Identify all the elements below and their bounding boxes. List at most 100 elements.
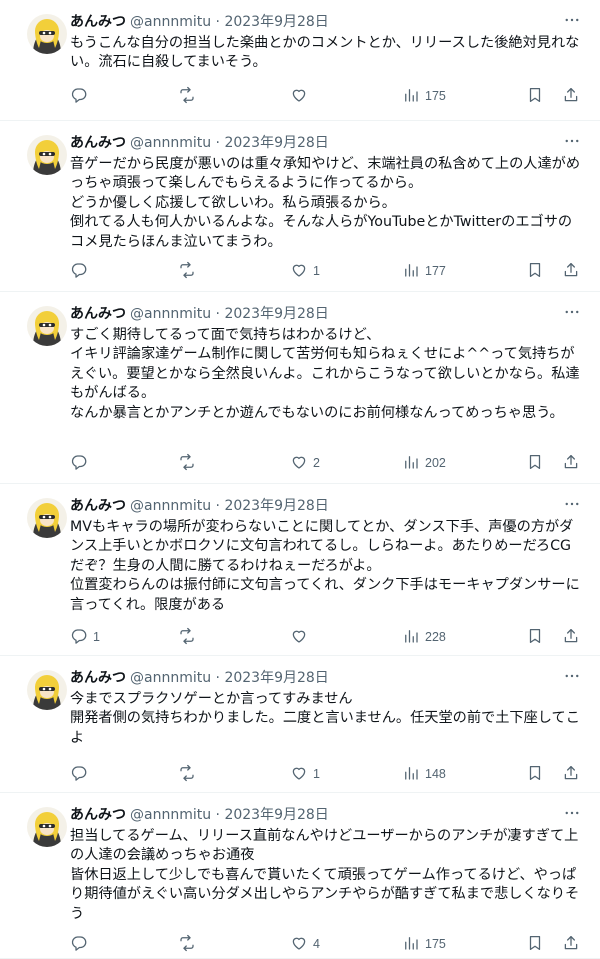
reply-icon [70, 261, 88, 282]
more-button[interactable] [560, 302, 584, 326]
retweet-button[interactable] [178, 261, 201, 281]
views-icon [402, 261, 420, 282]
display-name[interactable]: あんみつ [70, 670, 126, 686]
post-date[interactable]: 2023年9月28日 [224, 14, 328, 30]
share-button[interactable] [562, 934, 580, 954]
retweet-button[interactable] [178, 764, 201, 784]
display-name[interactable]: あんみつ [70, 807, 126, 823]
views-icon [402, 764, 420, 785]
reply-button[interactable] [70, 764, 93, 784]
more-button[interactable] [560, 666, 584, 690]
avatar[interactable] [27, 498, 67, 538]
bookmark-button[interactable] [526, 934, 544, 954]
share-button[interactable] [562, 453, 580, 473]
bookmark-button[interactable] [526, 764, 544, 784]
tweet-header: あんみつ @annnmitu · 2023年9月28日 [70, 12, 329, 32]
user-handle[interactable]: @annnmitu [130, 135, 211, 151]
display-name[interactable]: あんみつ [70, 135, 126, 151]
reply-icon [70, 764, 88, 785]
user-handle[interactable]: @annnmitu [130, 306, 211, 322]
share-button[interactable] [562, 764, 580, 784]
post-date[interactable]: 2023年9月28日 [224, 670, 328, 686]
display-name[interactable]: あんみつ [70, 306, 126, 322]
heart-icon [290, 627, 308, 648]
views-icon [402, 86, 420, 107]
separator: · [215, 306, 220, 322]
avatar[interactable] [27, 14, 67, 54]
bookmark-button[interactable] [526, 261, 544, 281]
like-button[interactable]: 1 [290, 261, 320, 281]
tweet[interactable]: あんみつ @annnmitu · 2023年9月28日音ゲーだから民度が悪いのは重… [0, 121, 600, 292]
like-button[interactable] [290, 86, 313, 106]
view-count: 175 [425, 89, 446, 103]
like-button[interactable]: 4 [290, 934, 320, 954]
tweet[interactable]: あんみつ @annnmitu · 2023年9月28日すごく期待してるって面で気持… [0, 292, 600, 484]
retweet-icon [178, 764, 196, 785]
share-icon [562, 453, 580, 474]
user-handle[interactable]: @annnmitu [130, 807, 211, 823]
tweet-text: 担当してるゲーム、リリース直前なんやけどユーザーからのアンチが凄すぎて上の人達の… [70, 828, 580, 922]
views-button[interactable]: 175 [402, 934, 446, 954]
bookmark-icon [526, 627, 544, 648]
more-button[interactable] [560, 131, 584, 155]
tweet[interactable]: あんみつ @annnmitu · 2023年9月28日 今までスプラクソゲーとか言っ… [0, 656, 600, 793]
heart-icon [290, 261, 308, 282]
like-count: 1 [313, 767, 320, 781]
tweet-header: あんみつ @annnmitu · 2023年9月28日 [70, 133, 329, 153]
retweet-button[interactable] [178, 627, 201, 647]
like-count: 4 [313, 937, 320, 951]
post-date[interactable]: 2023年9月28日 [224, 306, 328, 322]
more-button[interactable] [560, 494, 584, 518]
reply-button[interactable]: 1 [70, 627, 100, 647]
display-name[interactable]: あんみつ [70, 14, 126, 30]
more-icon [563, 495, 581, 517]
separator: · [215, 135, 220, 151]
views-button[interactable]: 177 [402, 261, 446, 281]
user-handle[interactable]: @annnmitu [130, 670, 211, 686]
reply-icon [70, 453, 88, 474]
bookmark-button[interactable] [526, 627, 544, 647]
tweet[interactable]: あんみつ @annnmitu · 2023年9月28日 担当してるゲーム、リリース直… [0, 793, 600, 959]
avatar[interactable] [27, 306, 67, 346]
display-name[interactable]: あんみつ [70, 498, 126, 514]
tweet[interactable]: あんみつ @annnmitu · 2023年9月28日 MVもキャラの場所が変わらな… [0, 484, 600, 656]
more-button[interactable] [560, 803, 584, 827]
share-button[interactable] [562, 261, 580, 281]
reply-button[interactable] [70, 86, 93, 106]
more-button[interactable] [560, 10, 584, 34]
like-button[interactable]: 1 [290, 764, 320, 784]
reply-button[interactable] [70, 934, 93, 954]
tweet-text: 音ゲーだから民度が悪いのは重々承知やけど、末端社員の私含めて上の人達がめっちゃ頑… [70, 156, 581, 250]
views-button[interactable]: 228 [402, 627, 446, 647]
bookmark-button[interactable] [526, 453, 544, 473]
share-button[interactable] [562, 627, 580, 647]
more-icon [563, 11, 581, 33]
views-button[interactable]: 148 [402, 764, 446, 784]
post-date[interactable]: 2023年9月28日 [224, 498, 328, 514]
user-handle[interactable]: @annnmitu [130, 498, 211, 514]
reply-button[interactable] [70, 453, 93, 473]
user-handle[interactable]: @annnmitu [130, 14, 211, 30]
post-date[interactable]: 2023年9月28日 [224, 807, 328, 823]
tweet[interactable]: あんみつ @annnmitu · 2023年9月28日 もうこんな自分の担当した楽曲… [0, 0, 600, 121]
bookmark-button[interactable] [526, 86, 544, 106]
retweet-button[interactable] [178, 934, 201, 954]
retweet-button[interactable] [178, 453, 201, 473]
avatar[interactable] [27, 135, 67, 175]
retweet-button[interactable] [178, 86, 201, 106]
post-date[interactable]: 2023年9月28日 [224, 135, 328, 151]
share-button[interactable] [562, 86, 580, 106]
avatar[interactable] [27, 670, 67, 710]
share-icon [562, 86, 580, 107]
reply-count: 1 [93, 630, 100, 644]
view-count: 175 [425, 937, 446, 951]
reply-icon [70, 627, 88, 648]
views-button[interactable]: 175 [402, 86, 446, 106]
timeline: あんみつ @annnmitu · 2023年9月28日 もうこんな自分の担当した楽曲… [0, 0, 600, 959]
reply-button[interactable] [70, 261, 93, 281]
tweet-text: すごく期待してるって面で気持ちはわかるけど、 イキリ評論家達ゲーム制作に関して苦… [70, 327, 580, 421]
views-button[interactable]: 202 [402, 453, 446, 473]
like-button[interactable] [290, 627, 313, 647]
like-button[interactable]: 2 [290, 453, 320, 473]
avatar[interactable] [27, 807, 67, 847]
